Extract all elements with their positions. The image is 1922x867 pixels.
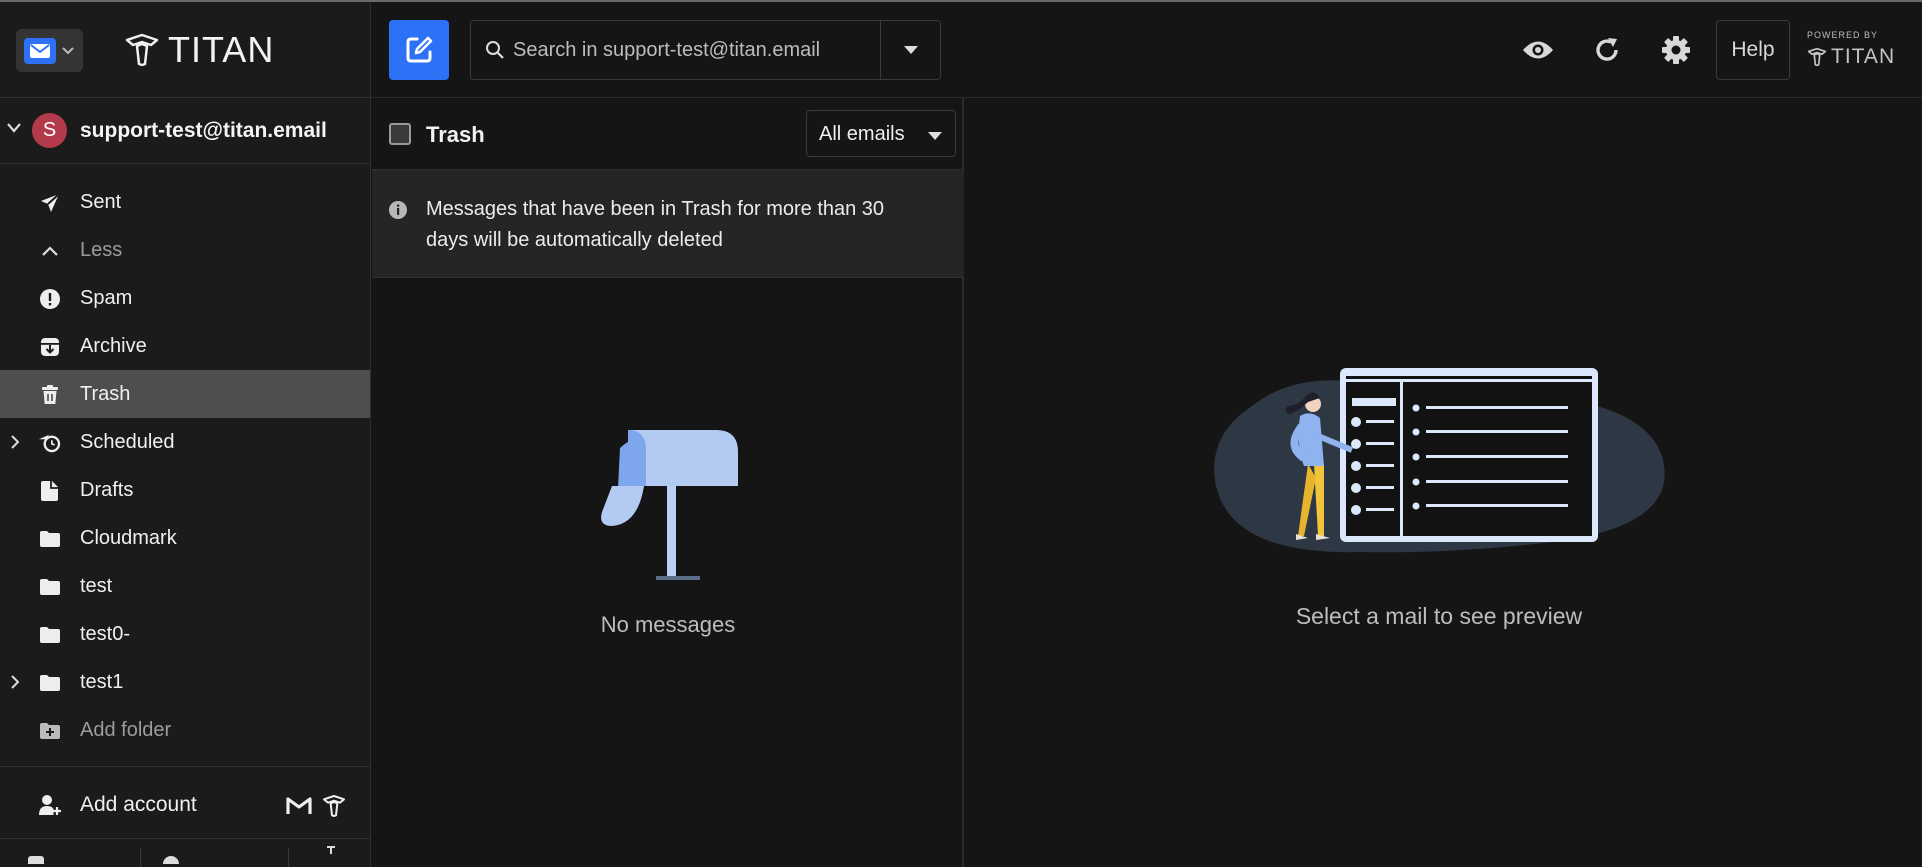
settings-button[interactable]	[1660, 34, 1692, 66]
archive-icon	[38, 335, 62, 359]
folder-icon	[38, 527, 62, 551]
folder-label: Spam	[80, 287, 133, 309]
folder-label: Add folder	[80, 719, 172, 741]
clipped-folder-label	[80, 147, 210, 165]
empty-list-message: No messages	[600, 612, 736, 637]
footer-icon-1	[26, 854, 46, 864]
folder-sent[interactable]: Sent	[0, 178, 370, 226]
preview-toggle-button[interactable]	[1522, 34, 1554, 66]
titan-logo: TITAN	[124, 29, 275, 70]
trash-notice-banner: Messages that have been in Trash for mor…	[372, 170, 964, 278]
preview-empty-message: Select a mail to see preview	[1295, 603, 1583, 629]
folder-icon	[38, 623, 62, 647]
folder-label: Drafts	[80, 479, 134, 501]
add-account-label: Add account	[80, 793, 197, 816]
empty-mailbox-illustration	[598, 428, 742, 589]
footer-icon-2	[161, 854, 181, 864]
folder-cloudmark[interactable]: Cloudmark	[0, 514, 370, 562]
powered-by-label: POWERED BY	[1807, 30, 1879, 40]
email-filter-dropdown[interactable]: All emails	[806, 110, 956, 157]
folder-label: test0-	[80, 623, 131, 645]
sidebar: TITAN S support-test@titan.email Sent Le…	[0, 2, 371, 867]
refresh-icon	[1596, 38, 1618, 61]
folder-label: Cloudmark	[80, 527, 177, 549]
drafts-icon	[38, 479, 62, 503]
chevron-down-icon[interactable]	[6, 122, 22, 134]
sidebar-footer	[0, 840, 370, 867]
refresh-button[interactable]	[1591, 34, 1623, 66]
info-icon	[389, 201, 407, 219]
folder-trash[interactable]: Trash	[0, 370, 370, 418]
gear-icon	[1662, 36, 1690, 64]
help-button[interactable]: Help	[1716, 20, 1790, 80]
footer-button-2[interactable]	[141, 848, 289, 867]
folder-test1[interactable]: test1	[0, 658, 370, 706]
add-user-icon	[38, 793, 62, 822]
search-icon	[486, 41, 504, 59]
add-account-button[interactable]: Add account	[0, 782, 370, 830]
chevron-up-icon	[38, 239, 62, 263]
folder-icon	[38, 671, 62, 695]
powered-by-titan: POWERED BY TITAN	[1807, 30, 1895, 69]
add-folder-button[interactable]: Add folder	[0, 706, 370, 754]
divider	[0, 766, 370, 767]
folder-drafts[interactable]: Drafts	[0, 466, 370, 514]
gmail-icon[interactable]	[286, 796, 312, 821]
brand-name: TITAN	[168, 29, 275, 70]
trash-notice-text: Messages that have been in Trash for mor…	[426, 198, 885, 251]
filter-value: All emails	[819, 123, 905, 145]
folder-label: test1	[80, 671, 124, 693]
avatar: S	[32, 113, 67, 148]
scheduled-icon	[38, 431, 62, 455]
mail-app-icon	[24, 37, 56, 64]
divider	[0, 838, 370, 839]
add-folder-icon	[38, 719, 62, 743]
footer-button-1[interactable]	[0, 848, 141, 867]
send-icon	[38, 191, 62, 215]
spam-icon	[38, 287, 62, 311]
search-options-dropdown[interactable]	[880, 21, 941, 79]
folder-label: Sent	[80, 191, 122, 213]
eye-icon	[1523, 41, 1553, 59]
folder-scheduled[interactable]: Scheduled	[0, 418, 370, 466]
folder-test0[interactable]: test0-	[0, 610, 370, 658]
select-mail-illustration	[1212, 366, 1672, 581]
caret-down-icon	[904, 46, 918, 54]
folder-title: Trash	[426, 122, 485, 147]
account-email: support-test@titan.email	[80, 119, 327, 142]
select-all-checkbox[interactable]	[389, 123, 411, 145]
sidebar-header: TITAN	[0, 2, 371, 98]
folder-spam[interactable]: Spam	[0, 274, 370, 322]
folder-label: test	[80, 575, 113, 597]
titan-logo-icon	[125, 33, 159, 67]
titan-logo-icon	[1807, 47, 1827, 67]
compose-icon	[406, 36, 433, 63]
chevron-right-icon[interactable]	[10, 674, 20, 690]
mail-list-pane: Trash All emails Messages that have been…	[372, 98, 964, 867]
mail-list-header: Trash All emails	[372, 98, 964, 170]
app-switcher[interactable]	[16, 29, 83, 72]
search-input[interactable]	[513, 35, 843, 65]
folder-icon	[38, 575, 62, 599]
folder-label: Scheduled	[80, 431, 175, 453]
compose-button[interactable]	[389, 20, 449, 80]
folder-archive[interactable]: Archive	[0, 322, 370, 370]
folder-label: Less	[80, 239, 123, 261]
folder-test[interactable]: test	[0, 562, 370, 610]
folder-label: Trash	[80, 383, 131, 405]
powered-brand: TITAN	[1831, 45, 1896, 68]
folder-less-toggle[interactable]: Less	[0, 226, 370, 274]
footer-icon-3[interactable]	[324, 844, 338, 854]
search-box	[470, 20, 941, 80]
chevron-down-icon	[62, 46, 74, 54]
trash-icon	[38, 383, 62, 407]
preview-pane: Select a mail to see preview	[966, 98, 1922, 867]
caret-down-icon	[928, 132, 942, 140]
chevron-right-icon[interactable]	[10, 434, 20, 450]
titan-account-icon[interactable]	[322, 794, 346, 823]
folder-label: Archive	[80, 335, 147, 357]
